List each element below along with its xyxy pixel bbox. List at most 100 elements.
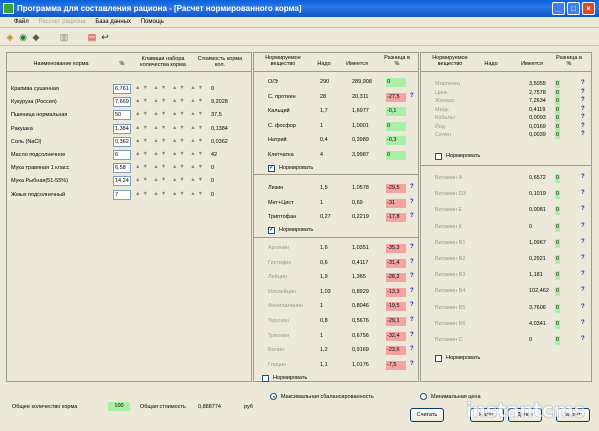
help-icon[interactable]: ? <box>410 346 414 352</box>
mineral-diff: 0 <box>555 88 560 97</box>
vitamin-name: Витамин В1 <box>435 239 466 246</box>
mineral-diff: 0 <box>555 105 560 114</box>
help-icon[interactable]: ? <box>581 114 585 120</box>
nutrient-diff: -23,6 <box>386 346 406 356</box>
edit-icon[interactable]: ◆ <box>30 31 42 43</box>
nutrient-name: Валин <box>268 347 285 354</box>
feed-stepper-icon[interactable]: ▲▼ ▲▼ ▲▼ ▲▼ <box>135 138 205 144</box>
vitamin-have: 4,0341 <box>529 320 546 327</box>
help-icon[interactable]: ? <box>410 259 414 265</box>
help-icon[interactable]: ? <box>410 199 414 205</box>
help-icon[interactable]: ? <box>581 80 585 86</box>
mineral-name: Цинк <box>435 89 448 96</box>
mineral-have: 0,4119 <box>529 106 546 113</box>
nutrient-diff: -28,2 <box>386 273 406 283</box>
mineral-have: 0,0169 <box>529 123 546 130</box>
help-icon[interactable]: ? <box>581 271 585 277</box>
norm-minerals-checkbox[interactable] <box>435 153 442 160</box>
nutrient-need: 4 <box>320 152 324 158</box>
feed-pct-input[interactable]: 6,761 <box>113 84 131 94</box>
help-icon[interactable]: ? <box>410 244 414 250</box>
feed-stepper-icon[interactable]: ▲▼ ▲▼ ▲▼ ▲▼ <box>135 85 205 91</box>
feed-stepper-icon[interactable]: ▲▼ ▲▼ ▲▼ ▲▼ <box>135 164 205 170</box>
menu-help[interactable]: Помощь <box>137 17 168 28</box>
feed-stepper-icon[interactable]: ▲▼ ▲▼ ▲▼ ▲▼ <box>135 151 205 157</box>
feed-pct-input[interactable]: 0,362 <box>113 136 131 147</box>
nutrient-name: Треонин <box>268 332 290 339</box>
help-icon[interactable]: ? <box>410 332 414 338</box>
feed-stepper-icon[interactable]: ▲▼ ▲▼ ▲▼ ▲▼ <box>135 98 205 104</box>
help-icon[interactable]: ? <box>410 317 414 323</box>
menu-bar: Файл Рассчет рациона База данных Помощь <box>0 17 599 28</box>
nutrient-name: Клетчатка <box>268 152 294 158</box>
feed-pct-input[interactable]: 6 <box>113 150 131 160</box>
total-value: 100 <box>108 402 130 411</box>
feed-pct-input[interactable]: 50 <box>113 110 131 121</box>
feed-stepper-icon[interactable]: ▲▼ ▲▼ ▲▼ ▲▼ <box>135 125 205 131</box>
nutrient-need: 1,1 <box>320 361 328 368</box>
nutrient-have: 0,4117 <box>352 259 369 266</box>
feed-pct-input[interactable]: 7,669 <box>113 97 131 108</box>
help-icon[interactable]: ? <box>581 106 585 112</box>
help-icon[interactable]: ? <box>581 190 585 196</box>
norm-main-checkbox[interactable]: ✓ <box>268 165 275 172</box>
help-icon[interactable]: ? <box>410 213 414 219</box>
menu-calc[interactable]: Рассчет рациона <box>34 17 89 28</box>
maximize-button[interactable]: □ <box>567 2 580 15</box>
feed-stepper-icon[interactable]: ▲▼ ▲▼ ▲▼ ▲▼ <box>135 191 205 197</box>
open-icon[interactable]: ◈ <box>4 31 16 43</box>
nutrient-have: 0,2219 <box>352 214 369 221</box>
help-icon[interactable]: ? <box>581 97 585 103</box>
radio-max-balance[interactable] <box>270 393 277 400</box>
help-icon[interactable]: ? <box>410 361 414 367</box>
help-icon[interactable]: ? <box>581 304 585 310</box>
nutrient-name: Изолейцин <box>268 288 296 295</box>
book-icon[interactable]: ▤ <box>86 31 98 43</box>
vitamin-diff: 0 <box>555 303 560 313</box>
norm-vitamins-checkbox[interactable] <box>435 355 442 362</box>
vitamin-name: Витамин В6 <box>435 320 466 327</box>
help-icon[interactable]: ? <box>410 93 414 99</box>
help-icon[interactable]: ? <box>581 336 585 342</box>
help-icon[interactable]: ? <box>581 89 585 95</box>
vitamin-diff: 0 <box>555 222 560 232</box>
help-icon[interactable]: ? <box>410 302 414 308</box>
col-keys: Клавиши набора количества корма <box>140 56 186 68</box>
feed-pct-input[interactable]: 6,58 <box>113 163 131 174</box>
radio-min-price[interactable] <box>420 393 427 400</box>
help-icon[interactable]: ? <box>410 288 414 294</box>
help-icon[interactable]: ? <box>410 273 414 279</box>
help-icon[interactable]: ? <box>581 239 585 245</box>
chart-icon[interactable]: ▥ <box>58 31 70 43</box>
feed-pct-input[interactable]: 14,24 <box>113 176 131 187</box>
help-icon[interactable]: ? <box>410 184 414 190</box>
minimize-button[interactable]: _ <box>552 2 565 15</box>
feed-stepper-icon[interactable]: ▲▼ ▲▼ ▲▼ ▲▼ <box>135 111 205 117</box>
feed-stepper-icon[interactable]: ▲▼ ▲▼ ▲▼ ▲▼ <box>135 177 205 183</box>
close-button[interactable]: × <box>582 2 595 15</box>
watermark: instantcms <box>465 398 586 423</box>
help-icon[interactable]: ? <box>581 123 585 129</box>
feed-name: Соль (NaCl) <box>11 138 42 145</box>
help-icon[interactable]: ? <box>581 174 585 180</box>
help-icon[interactable]: ? <box>581 320 585 326</box>
menu-database[interactable]: База данных <box>91 17 135 28</box>
help-icon[interactable]: ? <box>581 255 585 261</box>
nutrient-name: Глицин <box>268 361 287 368</box>
exit-icon[interactable]: ↩ <box>99 31 111 43</box>
feed-pct-input[interactable]: 7 <box>113 189 131 200</box>
help-icon[interactable]: ? <box>581 223 585 229</box>
nutrient-name: Аргинин <box>268 245 289 251</box>
help-icon[interactable]: ? <box>581 287 585 293</box>
help-icon[interactable]: ? <box>581 131 585 137</box>
calc-button[interactable]: Считать <box>410 408 444 422</box>
nutrient-need: 1,7 <box>320 108 328 115</box>
calc-icon[interactable]: ◉ <box>17 31 29 43</box>
nutrient-have: 1,0578 <box>352 185 369 191</box>
feed-pct-input[interactable]: 1,384 <box>113 123 131 134</box>
norm-amino1-checkbox[interactable]: ✓ <box>268 227 275 234</box>
menu-file[interactable]: Файл <box>10 17 33 28</box>
help-icon[interactable]: ? <box>581 206 585 212</box>
norm-amino2-checkbox[interactable] <box>262 375 269 382</box>
cost-unit: руб <box>244 404 253 410</box>
